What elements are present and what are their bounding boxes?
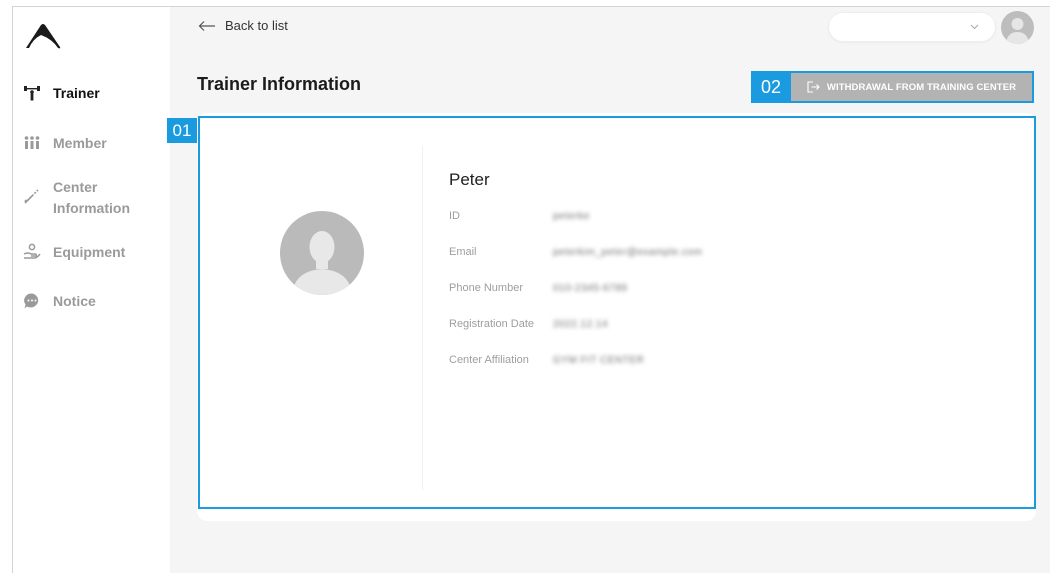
user-silhouette-icon xyxy=(292,231,352,295)
info-row-email: Email peterkim_peter@example.com xyxy=(449,246,702,258)
field-value: 2022.12.14 xyxy=(553,318,609,330)
sidebar-item-equipment[interactable]: Equipment xyxy=(13,242,170,263)
members-icon xyxy=(24,136,40,149)
trainer-photo xyxy=(280,211,364,295)
info-row-registration-date: Registration Date 2022.12.14 xyxy=(449,318,608,330)
back-label: Back to list xyxy=(225,18,288,33)
logout-icon xyxy=(807,81,820,93)
back-to-list-link[interactable]: Back to list xyxy=(198,18,288,33)
info-row-phone: Phone Number 010-2345-6789 xyxy=(449,282,627,294)
sidebar-item-notice[interactable]: Notice xyxy=(13,291,170,312)
annotation-marker-02: 02 xyxy=(751,71,791,103)
center-select[interactable] xyxy=(828,12,996,42)
dumbbell-icon xyxy=(24,86,40,101)
tools-icon xyxy=(24,189,39,204)
user-avatar-icon xyxy=(1006,18,1029,44)
sidebar: Trainer Member Center Information Equipm… xyxy=(13,7,170,573)
sidebar-item-label: Member xyxy=(53,135,107,151)
field-label: Phone Number xyxy=(449,282,523,294)
card-highlight-outline xyxy=(198,116,1036,509)
user-avatar[interactable] xyxy=(1001,11,1034,44)
sidebar-item-label: Notice xyxy=(53,293,96,309)
chevron-down-icon xyxy=(970,24,979,30)
withdraw-label: WITHDRAWAL FROM TRAINING CENTER xyxy=(826,81,1017,93)
annotation-marker-01: 01 xyxy=(167,118,197,143)
sidebar-item-center-information[interactable]: Center Information xyxy=(13,177,170,219)
chat-bubble-icon xyxy=(24,293,39,309)
field-label: Center Affiliation xyxy=(449,354,529,366)
field-value: peterkim_peter@example.com xyxy=(553,246,703,258)
info-row-id: ID peterke xyxy=(449,210,590,222)
field-label: Registration Date xyxy=(449,318,534,330)
sidebar-item-label: Equipment xyxy=(53,244,126,260)
field-value: peterke xyxy=(553,210,590,222)
info-row-center-affiliation: Center Affiliation GYM FIT CENTER xyxy=(449,354,644,366)
card-divider xyxy=(422,146,423,490)
sidebar-item-label: Center Information xyxy=(53,179,130,216)
sidebar-item-trainer[interactable]: Trainer xyxy=(13,83,170,104)
field-value: GYM FIT CENTER xyxy=(553,354,645,366)
sidebar-item-label: Trainer xyxy=(53,85,100,101)
trainer-name: Peter xyxy=(449,170,490,189)
hand-equipment-icon xyxy=(23,243,41,259)
page-title: Trainer Information xyxy=(197,74,362,94)
field-label: ID xyxy=(449,210,460,222)
sidebar-item-member[interactable]: Member xyxy=(13,133,170,154)
arrow-left-icon xyxy=(198,20,215,31)
withdraw-button[interactable]: WITHDRAWAL FROM TRAINING CENTER xyxy=(791,71,1034,103)
logo-icon[interactable] xyxy=(24,21,62,51)
field-label: Email xyxy=(449,246,477,258)
field-value: 010-2345-6789 xyxy=(553,282,628,294)
